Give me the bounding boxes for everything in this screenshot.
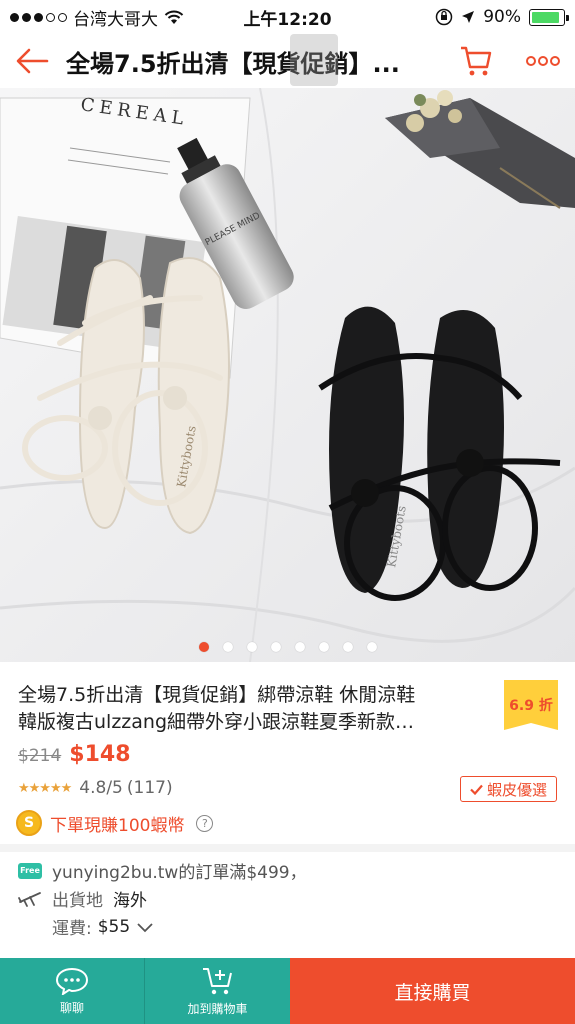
- free-shipping-icon: Free: [18, 862, 42, 879]
- location-arrow-icon: [462, 11, 475, 23]
- shipping-fee-value: $55: [97, 916, 131, 937]
- product-title-line2: 韓版複古ulzzang細帶外穿小跟涼鞋夏季新款…: [18, 711, 415, 733]
- chat-bubble-icon: [55, 967, 89, 995]
- ship-from-row: 出貨地 海外: [18, 886, 147, 911]
- original-price: $214: [18, 746, 62, 766]
- free-shipping-promo[interactable]: Free yunying2bu.tw的訂單滿$499，: [18, 858, 307, 883]
- free-shipping-text: yunying2bu.tw的訂單滿$499，: [52, 863, 307, 883]
- help-icon[interactable]: ?: [196, 814, 214, 832]
- add-to-cart-label: 加到購物車: [187, 1001, 248, 1016]
- rating-score: 4.8/5: [79, 778, 123, 798]
- coin-reward-text: 下單現賺100蝦幣: [50, 815, 185, 836]
- carousel-dot[interactable]: [366, 642, 377, 652]
- chat-button[interactable]: 聊聊: [0, 958, 144, 1024]
- shipping-fee-row[interactable]: 運費: $55: [52, 914, 154, 939]
- add-to-cart-button[interactable]: 加到購物車: [145, 958, 290, 1024]
- carousel-indicator: [0, 642, 575, 652]
- carousel-dot[interactable]: [246, 642, 257, 652]
- battery-icon: [529, 8, 569, 26]
- carousel-dot[interactable]: [270, 642, 281, 652]
- more-dots-icon: [526, 56, 560, 66]
- status-bar: 台湾大哥大 上午12:20 90%: [0, 0, 575, 34]
- carousel-dot[interactable]: [222, 642, 233, 652]
- carousel-dot[interactable]: [342, 642, 353, 652]
- product-photo: CEREAL PLEASE MIND Kittyboots Kittyboots: [0, 88, 575, 662]
- battery-level: [532, 11, 559, 23]
- airplane-icon: [18, 891, 41, 907]
- chevron-down-icon: [137, 922, 153, 932]
- orientation-lock-icon: [435, 8, 453, 26]
- preferred-label: 蝦皮優選: [486, 780, 547, 799]
- rating-row[interactable]: ★★★★★ 4.8/5 (117): [18, 778, 173, 798]
- sale-price: $148: [69, 742, 131, 767]
- shipping-fee-label: 運費:: [52, 919, 92, 939]
- page-title: 全場7.5折出清【現貨促銷】...: [66, 50, 400, 78]
- ship-from-value: 海外: [113, 891, 147, 911]
- preferred-seller-badge[interactable]: 蝦皮優選: [460, 776, 557, 802]
- buy-now-button[interactable]: 直接購買: [290, 958, 575, 1024]
- rating-stars-icon: ★★★★★: [18, 780, 72, 796]
- nav-bar: 全場7.5折出清【現貨促銷】...: [0, 34, 575, 88]
- back-button[interactable]: [12, 43, 52, 79]
- chat-label: 聊聊: [59, 1000, 84, 1015]
- product-title-line1: 全場7.5折出清【現貨促銷】綁帶涼鞋 休閒涼鞋: [18, 684, 416, 706]
- carousel-dot[interactable]: [318, 642, 329, 652]
- shopee-coin-icon: S: [16, 810, 42, 836]
- review-count: (117): [126, 778, 173, 798]
- battery-percent: 90%: [483, 7, 521, 27]
- cart-button[interactable]: [455, 40, 497, 82]
- product-image-carousel[interactable]: CEREAL PLEASE MIND Kittyboots Kittyboots: [0, 88, 575, 662]
- carousel-dot[interactable]: [294, 642, 305, 652]
- discount-badge: 6.9 折: [504, 680, 558, 730]
- bottom-action-bar: 聊聊 加到購物車 直接購買: [0, 958, 575, 1024]
- carousel-dot[interactable]: [198, 642, 209, 652]
- cart-icon: [461, 46, 492, 76]
- more-options-button[interactable]: [520, 40, 566, 82]
- back-arrow-icon: [16, 48, 49, 74]
- price-row: $214 $148: [18, 742, 131, 767]
- ship-from-label: 出貨地: [52, 891, 103, 911]
- section-divider: [0, 844, 575, 852]
- product-title: 全場7.5折出清【現貨促銷】綁帶涼鞋 休閒涼鞋 韓版複古ulzzang細帶外穿小…: [18, 682, 488, 736]
- status-bar-right: 90%: [435, 7, 569, 27]
- touch-highlight: [290, 34, 338, 86]
- checkmark-icon: [470, 784, 483, 795]
- add-cart-icon: [202, 967, 232, 994]
- coin-reward-row[interactable]: S 下單現賺100蝦幣 ?: [16, 810, 214, 836]
